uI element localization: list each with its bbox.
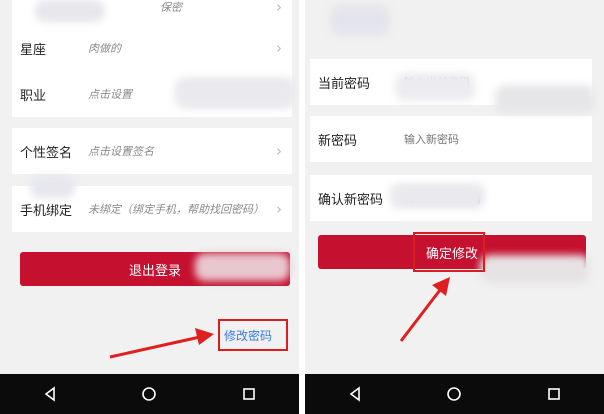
annotation-arrows [109, 277, 450, 359]
arrow-icon [399, 289, 442, 342]
arrow-head-icon [432, 277, 450, 296]
arrow-icon [109, 335, 201, 359]
arrow-head-icon [195, 328, 214, 345]
